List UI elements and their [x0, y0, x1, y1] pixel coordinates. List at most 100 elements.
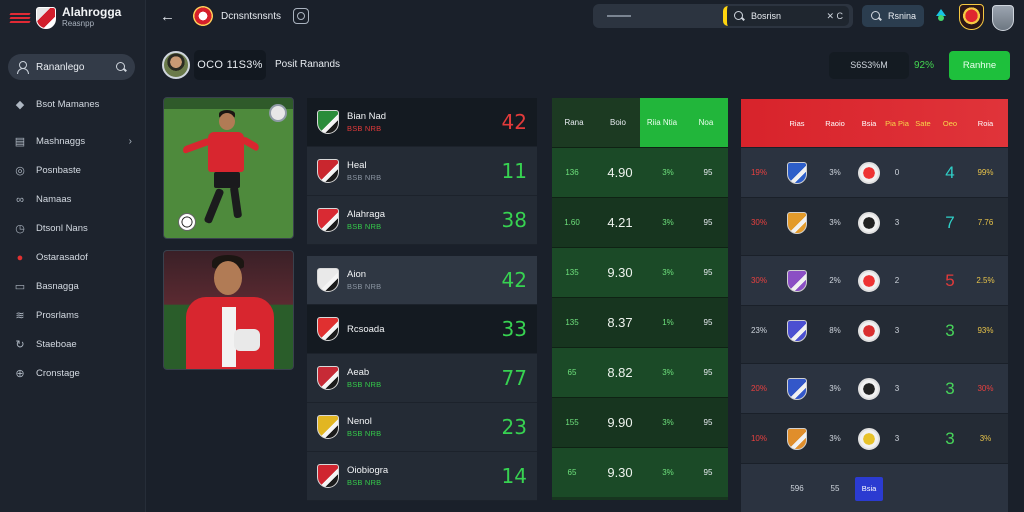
odds-row[interactable]: 65 9.30 3% 95 [552, 447, 728, 497]
standings-row[interactable]: 23% 8% 3 3 93% [741, 305, 1008, 355]
settings-icon[interactable] [293, 8, 309, 24]
club-badge-icon [858, 319, 880, 342]
standings-percent: 23% [750, 326, 767, 335]
standings-row[interactable]: 19% 3% 0 4 99% [741, 147, 1008, 197]
standings-percent: 20% [750, 384, 767, 393]
odds-column-header[interactable]: Rana [552, 98, 596, 147]
top-search-input[interactable]: Bosrisn ✕ C [723, 6, 849, 26]
score-row[interactable]: Aion BSB NRB 42 [307, 256, 537, 305]
standings-badge-cell [853, 377, 885, 400]
standings-column-header[interactable]: Rias [777, 99, 817, 147]
team-crest-icon [317, 415, 339, 439]
standings-column-header[interactable]: Raoio [817, 99, 853, 147]
club-badge-icon[interactable] [959, 4, 984, 30]
club-badge-icon [858, 427, 880, 450]
score-row[interactable]: Bian Nad BSB NRB 42 [307, 98, 537, 147]
standings-column-header[interactable]: Pia Pia [885, 99, 909, 147]
standings-column-header[interactable]: Bsia [853, 99, 885, 147]
team-sub: BSB NRB [347, 282, 382, 291]
team-crest-icon [317, 159, 339, 183]
score-row[interactable]: Heal BSB NRB 11 [307, 147, 537, 196]
player-leg [203, 187, 225, 225]
sidebar-search[interactable]: Rananlego [8, 54, 135, 80]
odds-row[interactable]: 135 8.37 1% 95 [552, 297, 728, 347]
menu-dash-icon [607, 15, 631, 17]
player-photo-action[interactable] [163, 97, 294, 239]
top-search-bar[interactable]: Bosrisn ✕ C [593, 4, 853, 28]
sidebar-item-label: Mashnaggs [36, 136, 86, 147]
odds-cell: 65 [567, 468, 577, 477]
sidebar-item[interactable]: ▤ Mashnaggs › [0, 127, 146, 156]
club-badge-icon [858, 161, 880, 184]
standings-value: 3 [894, 384, 900, 393]
sidebar-item[interactable]: ◷ Dtsonl Nans [0, 214, 146, 243]
primary-action-button[interactable]: Ranhne [949, 51, 1010, 80]
search-icon [870, 10, 882, 22]
globe-icon: ⊕ [15, 367, 25, 380]
avatar[interactable] [162, 51, 190, 79]
sidebar-item[interactable]: ≋ Prosrlams [0, 301, 146, 330]
odds-column-header[interactable]: Noa [684, 98, 728, 147]
sidebar-item[interactable]: ● Ostarasadof [0, 243, 146, 272]
match-title: Posit Ranands [275, 59, 341, 70]
standings-cell: 55 [830, 484, 840, 493]
odds-row[interactable]: 155 9.90 3% 95 [552, 397, 728, 447]
sidebar-item[interactable]: ∞ Namaas [0, 185, 146, 214]
standings-row[interactable]: 10% 3% 3 3 3% [741, 413, 1008, 463]
odds-row[interactable]: 65 8.82 3% 95 [552, 347, 728, 397]
standings-shield-cell [777, 427, 817, 450]
back-arrow-icon[interactable]: ← [160, 8, 178, 26]
sidebar-nav: ◆ Bsot Mamanes ▤ Mashnaggs › ◎ Posnbaste ∞ Namaa… [0, 90, 146, 388]
sidebar-item[interactable]: ◆ Bsot Mamanes [0, 90, 146, 119]
sidebar-item[interactable]: ↻ Staeboae [0, 330, 146, 359]
odds-cell: 3% [662, 468, 674, 477]
standings-column-header[interactable]: Oeo [937, 99, 963, 147]
standings-percent: 10% [750, 434, 767, 443]
odds-row[interactable]: 136 4.90 3% 95 [552, 147, 728, 197]
brand-title: Alahrogga [62, 5, 122, 19]
odds-cell: 4.90 [607, 165, 633, 180]
standings-column-header[interactable]: Roia [963, 99, 1008, 147]
standings-value: 2% [829, 276, 841, 285]
standings-shield-cell [777, 377, 817, 400]
score-row[interactable]: Aeab BSB NRB 77 [307, 354, 537, 403]
odds-cell: 8.82 [607, 365, 633, 380]
notification-icon[interactable] [934, 9, 948, 23]
standings-points: 4 [945, 162, 955, 182]
sidebar-item[interactable]: ▭ Basnagga [0, 272, 146, 301]
player-leg [229, 185, 243, 219]
standings-tag[interactable]: Bsia [855, 476, 883, 501]
score-row[interactable]: Rcsoada 33 [307, 305, 537, 354]
standings-row[interactable]: 20% 3% 3 3 30% [741, 363, 1008, 413]
odds-row[interactable]: 1.60 4.21 3% 95 [552, 197, 728, 247]
score-row[interactable]: Oiobiogra BSB NRB 14 [307, 452, 537, 501]
standings-row[interactable]: 30% 3% 3 7 7.76 [741, 197, 1008, 247]
standings-value: 2 [894, 276, 900, 285]
top-action-button[interactable]: Rsnina [862, 5, 924, 27]
score-row[interactable]: Alahraga BSB NRB 38 [307, 196, 537, 245]
odds-row[interactable]: 135 9.30 3% 95 [552, 247, 728, 297]
brand[interactable]: Alahrogga Reasnpp [9, 5, 122, 29]
player-photo-portrait[interactable] [163, 250, 294, 370]
odds-column-header[interactable]: Riia Ntia [640, 98, 684, 147]
odds-cell: 95 [703, 168, 713, 177]
profile-badge-icon[interactable] [992, 5, 1014, 31]
standings-value: 3% [829, 168, 841, 177]
standings-ratio: 30% [977, 384, 994, 393]
sidebar-item[interactable]: ◎ Posnbaste [0, 156, 146, 185]
standings-row[interactable]: 30% 2% 2 5 2.5% [741, 255, 1008, 305]
standings-badge-cell [853, 211, 885, 234]
search-icon[interactable] [115, 61, 127, 73]
team-crest-icon [317, 110, 339, 134]
team-shield-icon [787, 211, 807, 234]
standings-shield-cell [777, 269, 817, 292]
score-row[interactable]: Nenol BSB NRB 23 [307, 403, 537, 452]
standings-row[interactable]: 596 55 Bsia [741, 463, 1008, 512]
standings-percent: 19% [750, 168, 767, 177]
player-glove [234, 329, 260, 351]
standings-column-header[interactable]: Sate [909, 99, 937, 147]
sidebar-item[interactable]: ⊕ Cronstage [0, 359, 146, 388]
odds-column-header[interactable]: Boio [596, 98, 640, 147]
clear-search-icon[interactable]: ✕ C [826, 11, 843, 22]
standings-badge-cell [853, 427, 885, 450]
